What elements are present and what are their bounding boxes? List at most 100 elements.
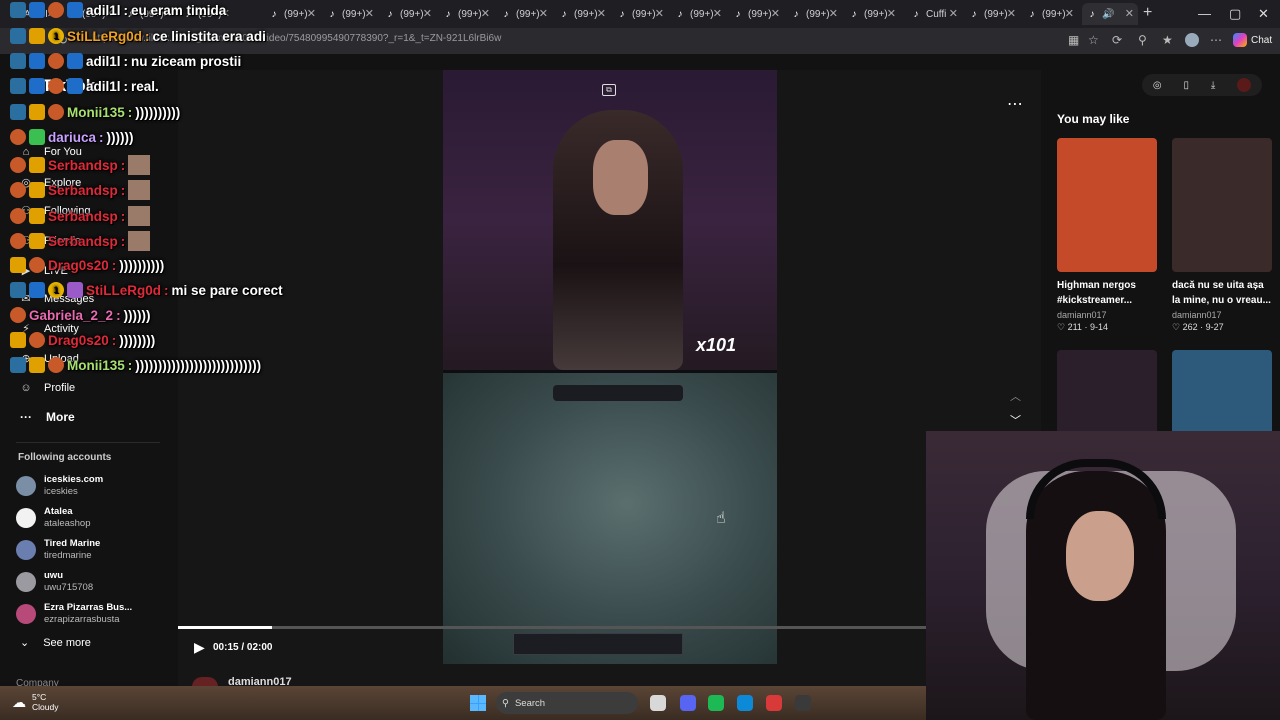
extensions-icon[interactable]: ⟳: [1112, 33, 1122, 47]
following-account[interactable]: Atalea ataleashop: [16, 506, 90, 530]
browser-tab[interactable]: ♪ (99+) ✕: [120, 3, 176, 25]
close-tab-icon[interactable]: ✕: [481, 7, 490, 20]
compass-icon[interactable]: ◎: [1153, 80, 1162, 91]
download-icon[interactable]: ⤓: [1211, 80, 1215, 91]
copilot-chat-button[interactable]: Chat: [1233, 33, 1272, 47]
close-tab-icon[interactable]: ✕: [597, 7, 606, 20]
close-tab-icon[interactable]: ✕: [1007, 7, 1016, 20]
sidebar-item[interactable]: ◎ Explore: [18, 176, 81, 190]
previous-video-icon[interactable]: ︿: [1010, 388, 1021, 404]
close-tab-icon[interactable]: ✕: [829, 7, 838, 20]
browser-tab[interactable]: ♪ ADHI ✕: [4, 3, 60, 25]
browser-tab[interactable]: ♪ (99+) ✕: [496, 3, 552, 25]
browser-tab[interactable]: ♪ (99+) ✕: [554, 3, 610, 25]
split-icon[interactable]: ⚲: [1138, 33, 1147, 47]
progress-bar[interactable]: [178, 626, 926, 629]
browser-tab[interactable]: ♪ (99+) ✕: [786, 3, 842, 25]
profile-avatar[interactable]: [1185, 33, 1199, 47]
user-avatar[interactable]: [1237, 78, 1252, 92]
start-button[interactable]: [470, 695, 486, 711]
forward-icon[interactable]: →: [34, 33, 46, 47]
taskbar-app-icon[interactable]: [795, 695, 811, 711]
close-tab-icon[interactable]: ✕: [47, 7, 56, 20]
phone-icon[interactable]: ▯: [1183, 80, 1189, 91]
taskbar-app-icon[interactable]: [680, 695, 696, 711]
browser-tab[interactable]: ♪ (99+) ✕: [264, 3, 320, 25]
reader-icon[interactable]: ▦: [1068, 33, 1079, 47]
favorites-bar-icon[interactable]: ★: [1162, 33, 1173, 47]
close-tab-icon[interactable]: ✕: [105, 7, 114, 20]
close-tab-icon[interactable]: ✕: [365, 7, 374, 20]
taskbar-app-icon[interactable]: [650, 695, 666, 711]
back-icon[interactable]: ←: [10, 33, 22, 47]
menu-dots-icon[interactable]: ⋯: [1210, 33, 1222, 47]
nav-icon: ⌂: [22, 146, 30, 158]
sidebar-item[interactable]: ⚇ Following: [18, 204, 90, 218]
browser-tab[interactable]: ♪ (99+) ✕: [438, 3, 494, 25]
address-bar: ← → ↻ https://www.tiktok.com/@damiann017…: [0, 28, 1280, 54]
sidebar-item[interactable]: ⚡ Activity: [18, 322, 79, 336]
taskbar-app-icon[interactable]: [766, 695, 782, 711]
video-more-icon[interactable]: ⋯: [1007, 94, 1023, 114]
following-account[interactable]: iceskies.com iceskies: [16, 474, 103, 498]
new-tab-icon[interactable]: +: [1143, 4, 1152, 22]
sidebar-item[interactable]: ⚆ Friends: [18, 234, 81, 248]
browser-tab-active[interactable]: ♪ 🔊 ✕: [1082, 3, 1138, 25]
sidebar-item[interactable]: ✉ Messages: [18, 292, 94, 306]
close-tab-icon[interactable]: ✕: [949, 7, 958, 20]
close-tab-icon[interactable]: ✕: [655, 7, 664, 20]
video-player[interactable]: x101 ⧉: [443, 70, 777, 664]
tiktok-icon: ♪: [445, 8, 451, 20]
recommendation-card[interactable]: Highman nergos #kickstreamer... damiann01…: [1057, 138, 1157, 333]
close-tab-icon[interactable]: ✕: [221, 7, 230, 20]
favorite-icon[interactable]: ☆: [1088, 33, 1099, 47]
sidebar-item[interactable]: ☺ Profile: [18, 382, 75, 394]
browser-tab[interactable]: ♪ (99+) ✕: [612, 3, 668, 25]
tiktok-icon: ♪: [271, 8, 277, 20]
tiktok-logo[interactable]: TikTok: [42, 76, 95, 96]
taskbar-app-icon[interactable]: [737, 695, 753, 711]
close-tab-icon[interactable]: ✕: [1125, 7, 1134, 20]
sidebar-item[interactable]: ▶ LIVE: [18, 264, 68, 278]
see-more-button[interactable]: ⌄ See more: [20, 636, 91, 650]
recommendation-card[interactable]: dacă nu se uita așa la mine, nu o vreau.…: [1172, 138, 1272, 333]
you-may-like-title: You may like: [1057, 112, 1130, 126]
tiktok-icon: ♪: [677, 8, 683, 20]
close-window-icon[interactable]: ✕: [1258, 6, 1269, 22]
close-tab-icon[interactable]: ✕: [713, 7, 722, 20]
close-tab-icon[interactable]: ✕: [1065, 7, 1074, 20]
following-account[interactable]: Ezra Pizarras Bus... ezrapizarrasbusta: [16, 602, 132, 626]
url-field[interactable]: https://www.tiktok.com/@damiann017/video…: [92, 33, 501, 44]
sidebar-item[interactable]: ⌂ For You: [18, 146, 82, 158]
sidebar-item[interactable]: ⊕ Upload: [18, 352, 78, 366]
browser-tab[interactable]: ♪ (99+) ✕: [728, 3, 784, 25]
close-tab-icon[interactable]: ✕: [163, 7, 172, 20]
browser-tab[interactable]: ♪ (99+) ✕: [964, 3, 1020, 25]
browser-tab[interactable]: ♪ (99+) ✕: [178, 3, 234, 25]
maximize-icon[interactable]: ▢: [1229, 6, 1241, 22]
close-tab-icon[interactable]: ✕: [423, 7, 432, 20]
close-tab-icon[interactable]: ✕: [307, 7, 316, 20]
tiktok-icon: ♪: [69, 8, 75, 20]
next-video-icon[interactable]: ﹀: [1010, 412, 1021, 428]
taskbar-app-icon[interactable]: [708, 695, 724, 711]
browser-tab[interactable]: ♪ (99+) ✕: [380, 3, 436, 25]
picture-in-picture-icon[interactable]: ⧉: [602, 84, 616, 96]
weather-widget[interactable]: ☁ 5°C Cloudy: [12, 692, 58, 712]
following-account[interactable]: uwu uwu715708: [16, 570, 93, 594]
refresh-icon[interactable]: ↻: [58, 33, 68, 47]
browser-tab[interactable]: ♪ (99+) ✕: [62, 3, 118, 25]
close-tab-icon[interactable]: ✕: [539, 7, 548, 20]
browser-tab[interactable]: ♪ (99+) ✕: [844, 3, 900, 25]
following-account[interactable]: Tired Marine tiredmarine: [16, 538, 100, 562]
close-tab-icon[interactable]: ✕: [771, 7, 780, 20]
close-tab-icon[interactable]: ✕: [887, 7, 896, 20]
play-icon[interactable]: ▶: [194, 639, 205, 656]
browser-tab[interactable]: ♪ Cuffi ✕: [906, 3, 962, 25]
minimize-icon[interactable]: —: [1198, 6, 1211, 21]
taskbar-search[interactable]: ⚲ Search: [496, 692, 638, 714]
more-button[interactable]: ··· More: [20, 410, 75, 424]
browser-tab[interactable]: ♪ (99+) ✕: [1022, 3, 1078, 25]
browser-tab[interactable]: ♪ (99+) ✕: [670, 3, 726, 25]
browser-tab[interactable]: ♪ (99+) ✕: [322, 3, 378, 25]
